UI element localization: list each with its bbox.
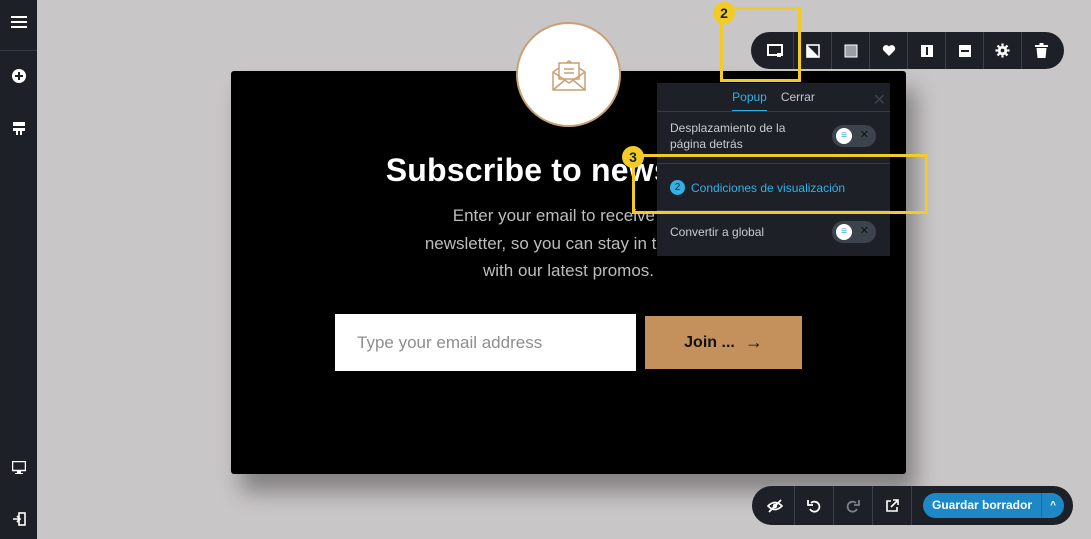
- heart-icon: [882, 45, 895, 56]
- page-scroll-label: Desplazamiento de la página detrás: [670, 120, 820, 152]
- add-icon: [11, 69, 26, 83]
- tab-close[interactable]: Cerrar: [781, 84, 815, 110]
- convert-global-label: Convertir a global: [670, 225, 765, 239]
- undo-button[interactable]: [795, 486, 834, 525]
- menu-button[interactable]: [0, 2, 37, 42]
- left-sidebar: [0, 0, 37, 539]
- page-scroll-toggle[interactable]: ≡ ✕: [832, 125, 876, 147]
- toolbar-favorite-button[interactable]: [870, 32, 908, 69]
- add-element-button[interactable]: [0, 56, 37, 96]
- toggle-off-icon: ✕: [859, 225, 869, 237]
- square-icon: [844, 44, 857, 57]
- undo-icon: [807, 499, 821, 513]
- subtext-line: with our latest promos.: [482, 261, 654, 280]
- toolbar-settings-button[interactable]: [984, 32, 1022, 69]
- tab-popup[interactable]: Popup: [732, 84, 767, 111]
- highlight-box-conditions: [632, 154, 928, 214]
- external-link-icon: [886, 498, 899, 512]
- page-scroll-label-line: Desplazamiento de la: [670, 121, 786, 135]
- open-preview-button[interactable]: [873, 486, 912, 525]
- page-scroll-label-line: página detrás: [670, 137, 743, 151]
- structure-button[interactable]: [0, 108, 37, 148]
- contrast-icon: [805, 43, 820, 58]
- close-icon[interactable]: ✕: [873, 90, 886, 110]
- responsive-mode-button[interactable]: [0, 447, 37, 487]
- exit-button[interactable]: [0, 499, 37, 539]
- toggle-off-icon: ✕: [859, 129, 869, 141]
- preview-toggle-button[interactable]: [756, 486, 795, 525]
- exit-icon: [12, 512, 26, 526]
- redo-icon: [846, 499, 860, 513]
- toggle-on-icon: ≡: [836, 128, 852, 144]
- join-label: Join ...: [684, 333, 735, 351]
- save-draft-label: Guardar borrador: [923, 493, 1042, 518]
- eye-off-icon: [767, 498, 783, 513]
- trash-icon: [1034, 43, 1048, 58]
- email-input[interactable]: [335, 314, 636, 371]
- desktop-icon: [11, 460, 26, 474]
- envelope-badge: [516, 22, 621, 127]
- toolbar-delete-button[interactable]: [1022, 32, 1060, 69]
- toolbar-info-button[interactable]: [908, 32, 946, 69]
- structure-icon: [12, 122, 25, 135]
- panel-tabs: Popup Cerrar ✕: [657, 83, 890, 112]
- info-icon: [920, 44, 933, 57]
- chevron-up-icon[interactable]: ^: [1042, 500, 1064, 511]
- save-draft-button[interactable]: Guardar borrador ^: [923, 493, 1064, 518]
- join-button[interactable]: Join ... →: [645, 316, 802, 369]
- menu-icon: [10, 16, 27, 28]
- minus-icon: [958, 44, 971, 57]
- step-badge: 2: [713, 2, 735, 24]
- bottom-action-bar: Guardar borrador ^: [752, 486, 1073, 525]
- convert-global-toggle[interactable]: ≡ ✕: [832, 221, 876, 243]
- redo-button[interactable]: [834, 486, 873, 525]
- sidebar-divider: [0, 50, 37, 51]
- arrow-right-icon: →: [744, 332, 763, 352]
- toggle-on-icon: ≡: [836, 224, 852, 240]
- toolbar-collapse-button[interactable]: [946, 32, 984, 69]
- step-badge: 3: [622, 146, 644, 168]
- envelope-icon: [551, 59, 586, 91]
- gear-icon: [995, 43, 1010, 58]
- toolbar-background-button[interactable]: [832, 32, 870, 69]
